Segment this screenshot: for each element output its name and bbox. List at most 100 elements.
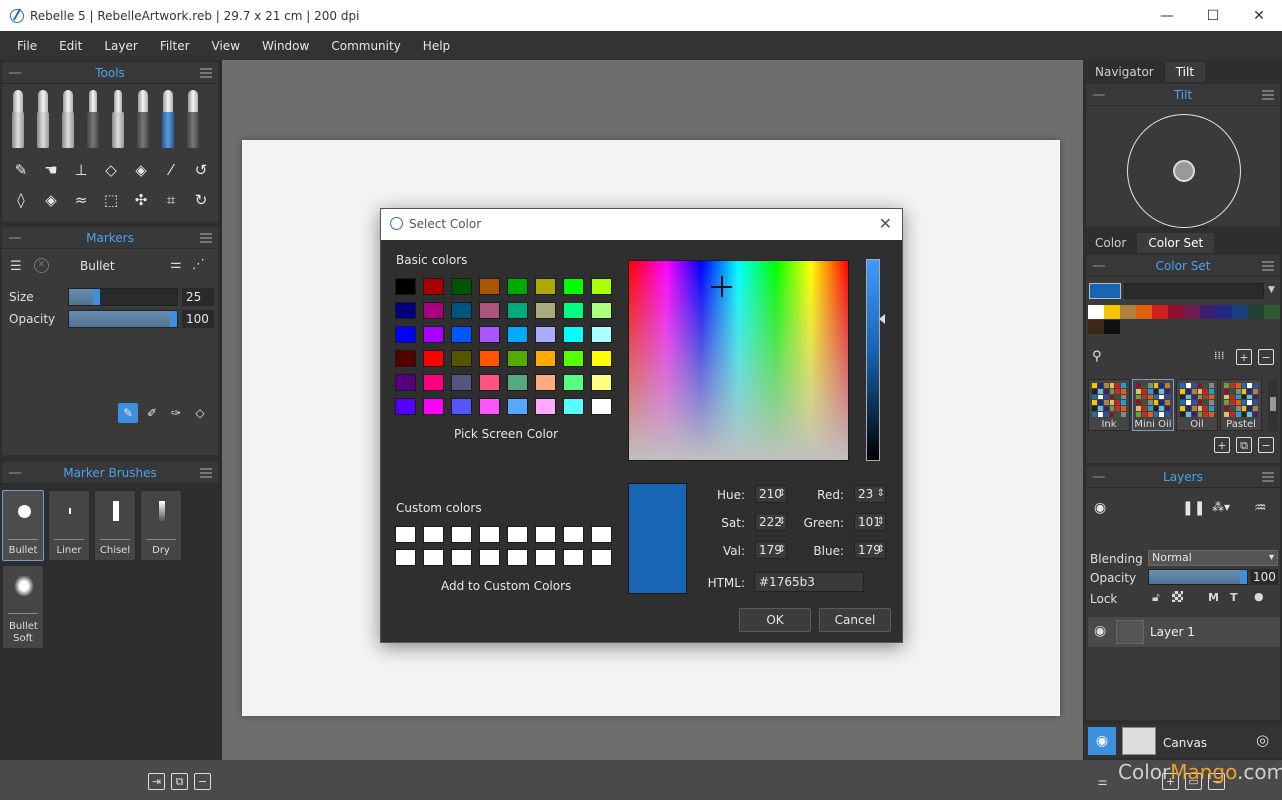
lock-transparency-icon[interactable] [1172, 591, 1183, 602]
basic-color-swatch[interactable] [451, 278, 472, 295]
basic-color-swatch[interactable] [563, 374, 584, 391]
green-spinbox[interactable]: 101 [854, 513, 886, 531]
fill-icon[interactable]: ◈ [126, 155, 156, 185]
ok-button[interactable]: OK [739, 608, 811, 632]
blend-mode-icon[interactable]: ✐ [142, 403, 162, 423]
custom-color-swatch[interactable] [479, 526, 500, 543]
html-color-input[interactable]: #1765b3 [754, 572, 864, 592]
basic-color-swatch[interactable] [395, 302, 416, 319]
blow-icon[interactable]: ≈ [66, 185, 96, 215]
smudge-icon[interactable]: ☚ [36, 155, 66, 185]
custom-color-swatch[interactable] [591, 549, 612, 566]
layer-opacity-handle[interactable] [1240, 570, 1247, 584]
color-set-swatch[interactable] [1232, 305, 1248, 319]
add-color-button[interactable]: + [1236, 349, 1252, 365]
color-set-swatch[interactable] [1120, 305, 1136, 319]
brush-preset-dry[interactable]: Dry [140, 490, 182, 561]
color-set-swatch[interactable] [1248, 305, 1264, 319]
basic-color-swatch[interactable] [535, 302, 556, 319]
layer-name[interactable]: Layer 1 [1150, 625, 1195, 639]
panel-menu-icon[interactable] [1262, 472, 1274, 482]
basic-color-swatch[interactable] [423, 350, 444, 367]
brush-preset-bullet-soft[interactable]: Bullet Soft [2, 565, 44, 649]
color-set-swatch[interactable] [1184, 305, 1200, 319]
minimize-button[interactable]: — [1144, 0, 1190, 31]
oil-tool[interactable] [56, 88, 79, 148]
custom-color-swatch[interactable] [451, 549, 472, 566]
export-button[interactable]: ⇥ [148, 773, 165, 790]
brush-dots-icon[interactable]: ⋰ [192, 257, 205, 272]
basic-color-swatch[interactable] [395, 398, 416, 415]
filter-icon[interactable]: ⚲ [1092, 349, 1102, 364]
basic-color-swatch[interactable] [563, 302, 584, 319]
blue-spinbox[interactable]: 179 [854, 541, 886, 559]
eye-icon[interactable]: ◉ [1088, 727, 1116, 755]
size-slider[interactable] [68, 288, 178, 306]
custom-color-swatch[interactable] [535, 549, 556, 566]
color-set-swatch[interactable] [1136, 305, 1152, 319]
blend-icon[interactable]: ◈ [36, 185, 66, 215]
collapse-icon[interactable] [1093, 94, 1105, 96]
color-set-dropdown[interactable] [1124, 283, 1264, 299]
smudge-mode-icon[interactable]: ✑ [166, 403, 186, 423]
brush-list-icon[interactable]: ☰ [10, 259, 22, 274]
basic-color-swatch[interactable] [535, 350, 556, 367]
panel-menu-icon[interactable] [1262, 261, 1274, 271]
layer-opacity-input[interactable]: 100 [1250, 569, 1278, 585]
basic-color-swatch[interactable] [423, 398, 444, 415]
color-set-swatch[interactable] [1152, 305, 1168, 319]
grid-view-icon[interactable]: ⁞⁞⁞ [1214, 349, 1225, 362]
value-slider[interactable] [866, 259, 880, 461]
add-to-custom-colors-button[interactable]: Add to Custom Colors [441, 579, 571, 593]
redo-icon[interactable]: ↻ [186, 185, 216, 215]
brush-preset-chisel[interactable]: Chisel [94, 490, 136, 561]
pick-screen-color-button[interactable]: Pick Screen Color [454, 427, 558, 441]
pen-icon[interactable]: ✎ [6, 155, 36, 185]
custom-color-swatch[interactable] [535, 526, 556, 543]
dialog-close-icon[interactable]: ✕ [879, 214, 892, 233]
custom-color-swatch[interactable] [423, 549, 444, 566]
panel-menu-icon[interactable] [200, 233, 212, 243]
airbrush-tool[interactable] [181, 88, 204, 148]
basic-color-swatch[interactable] [591, 350, 612, 367]
basic-color-swatch[interactable] [479, 374, 500, 391]
color-set-swatch[interactable] [1216, 305, 1232, 319]
basic-color-swatch[interactable] [591, 326, 612, 343]
maximize-button[interactable]: ☐ [1190, 0, 1236, 31]
paint-mode-icon[interactable]: ✎ [118, 403, 138, 423]
duplicate-palette-button[interactable]: ⧉ [1236, 437, 1252, 453]
val-spinbox[interactable]: 179 [755, 541, 787, 559]
basic-color-swatch[interactable] [535, 374, 556, 391]
custom-color-swatch[interactable] [563, 549, 584, 566]
palette-mini-oil[interactable]: Mini Oil [1132, 379, 1174, 431]
basic-color-swatch[interactable] [451, 302, 472, 319]
tilt-handle[interactable] [1173, 160, 1195, 182]
collapse-icon[interactable] [9, 472, 21, 474]
menu-layer[interactable]: Layer [93, 39, 148, 53]
basic-color-swatch[interactable] [451, 398, 472, 415]
color-set-swatch[interactable] [1104, 320, 1120, 334]
basic-color-swatch[interactable] [535, 398, 556, 415]
basic-color-swatch[interactable] [423, 278, 444, 295]
eyedropper-icon[interactable]: ⁄ [156, 155, 186, 185]
basic-color-swatch[interactable] [535, 278, 556, 295]
basic-color-swatch[interactable] [451, 374, 472, 391]
watercolor-tool[interactable] [6, 88, 29, 148]
collapse-icon[interactable] [9, 237, 21, 239]
basic-color-swatch[interactable] [479, 326, 500, 343]
color-set-swatch[interactable] [1200, 305, 1216, 319]
dot-icon[interactable]: ● [1254, 590, 1264, 603]
custom-color-swatch[interactable] [479, 549, 500, 566]
panel-menu-icon[interactable] [1262, 90, 1274, 100]
tilt-control[interactable] [1127, 114, 1241, 228]
menu-view[interactable]: View [201, 39, 251, 53]
panel-menu-icon[interactable] [200, 68, 212, 78]
collapse-icon[interactable] [9, 72, 21, 74]
transform-icon[interactable]: ✣ [126, 185, 156, 215]
basic-color-swatch[interactable] [479, 398, 500, 415]
size-value-input[interactable]: 25 [182, 288, 214, 306]
basic-color-swatch[interactable] [507, 278, 528, 295]
cancel-button[interactable]: Cancel [819, 608, 891, 632]
menu-filter[interactable]: Filter [149, 39, 201, 53]
custom-color-swatch[interactable] [423, 526, 444, 543]
